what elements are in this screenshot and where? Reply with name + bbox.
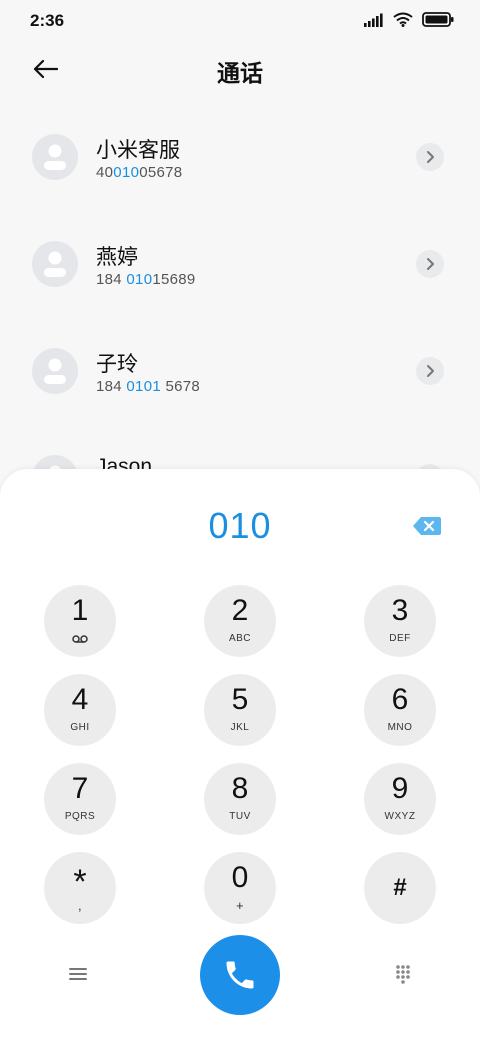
- key-5[interactable]: 5 JKL: [204, 674, 276, 746]
- voicemail-icon: [72, 635, 88, 643]
- wifi-icon: [393, 12, 413, 27]
- contact-detail-button[interactable]: [416, 143, 444, 171]
- avatar: [32, 241, 78, 287]
- person-icon: [44, 144, 66, 170]
- key-star[interactable]: * ,: [44, 852, 116, 924]
- contact-item[interactable]: 子玲 184 0101 5678: [0, 326, 480, 433]
- key-6[interactable]: 6 MNO: [364, 674, 436, 746]
- chevron-right-icon: [427, 365, 434, 377]
- key-0[interactable]: 0 +: [204, 852, 276, 924]
- key-8[interactable]: 8 TUV: [204, 763, 276, 835]
- status-icons: [364, 12, 454, 27]
- backspace-icon: [413, 517, 441, 535]
- key-1[interactable]: 1: [44, 585, 116, 657]
- signal-icon: [364, 13, 383, 27]
- backspace-button[interactable]: [412, 516, 442, 536]
- bottom-action-bar: [0, 935, 480, 1015]
- contact-item[interactable]: 燕婷 184 01015689: [0, 219, 480, 326]
- menu-button[interactable]: [66, 963, 90, 985]
- key-2[interactable]: 2 ABC: [204, 585, 276, 657]
- contact-number: 184 0101 5678: [96, 378, 201, 395]
- contact-name: 燕婷: [96, 246, 138, 269]
- key-9[interactable]: 9 WXYZ: [364, 763, 436, 835]
- person-icon: [44, 251, 66, 277]
- call-button[interactable]: [200, 935, 280, 1015]
- key-3[interactable]: 3 DEF: [364, 585, 436, 657]
- contact-detail-button[interactable]: [416, 250, 444, 278]
- title-bar: 通话: [0, 44, 480, 96]
- dialpad-grid-icon: [396, 965, 410, 984]
- page-title: 通话: [217, 60, 263, 86]
- status-time: 2:36: [30, 11, 65, 30]
- dialpad-toggle-button[interactable]: [392, 963, 414, 985]
- phone-icon: [226, 961, 254, 989]
- contact-name: 子玲: [96, 353, 138, 376]
- person-icon: [44, 358, 66, 384]
- contact-detail-button[interactable]: [416, 357, 444, 385]
- status-bar: 2:36: [0, 0, 480, 42]
- avatar: [32, 348, 78, 394]
- contact-number: 4001005678: [96, 164, 183, 181]
- chevron-right-icon: [427, 258, 434, 270]
- menu-icon: [69, 968, 87, 980]
- key-hash[interactable]: #: [364, 852, 436, 924]
- key-4[interactable]: 4 GHI: [44, 674, 116, 746]
- chevron-right-icon: [427, 151, 434, 163]
- avatar: [32, 134, 78, 180]
- contact-name: 小米客服: [96, 139, 180, 162]
- contact-number: 184 01015689: [96, 271, 196, 288]
- battery-icon: [422, 12, 454, 27]
- dialed-number: 010: [208, 505, 272, 546]
- key-7[interactable]: 7 PQRS: [44, 763, 116, 835]
- contact-item[interactable]: 小米客服 4001005678: [0, 112, 480, 219]
